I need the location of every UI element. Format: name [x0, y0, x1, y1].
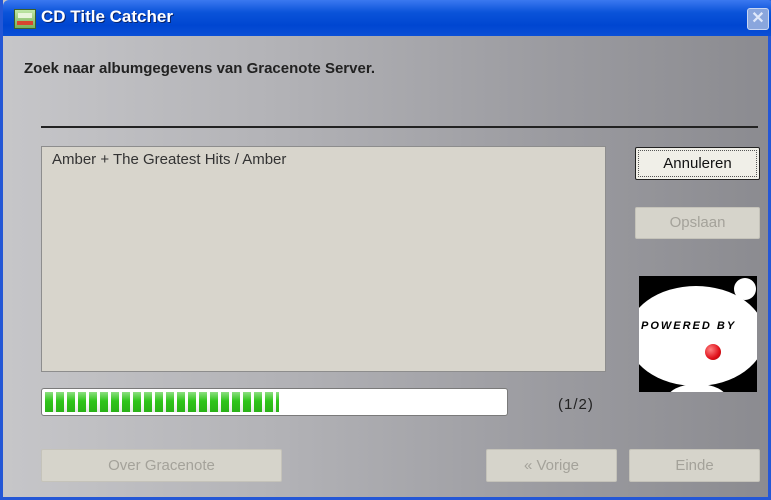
list-item[interactable]: Amber + The Greatest Hits / Amber — [52, 151, 286, 168]
save-button[interactable]: Opslaan — [635, 207, 760, 239]
cancel-button[interactable]: Annuleren — [635, 147, 760, 180]
powered-by-text: POWERED BY — [641, 320, 737, 332]
app-icon — [14, 9, 36, 29]
status-heading: Zoek naar albumgegevens van Gracenote Se… — [24, 60, 375, 77]
gracenote-logo: POWERED BY — [639, 276, 757, 392]
logo-red-dot — [705, 344, 721, 360]
separator — [41, 126, 758, 128]
progress-fill — [45, 392, 279, 412]
close-button[interactable]: ✕ — [747, 8, 769, 30]
window-title: CD Title Catcher — [41, 7, 173, 26]
close-icon: ✕ — [751, 10, 765, 27]
logo-small-circle — [734, 278, 756, 300]
title-bar[interactable]: CD Title Catcher ✕ — [3, 0, 771, 36]
dialog-window: CD Title Catcher ✕ Zoek naar albumgegeve… — [0, 0, 771, 500]
logo-bottom-circle — [667, 384, 727, 392]
about-gracenote-button[interactable]: Over Gracenote — [41, 449, 282, 482]
results-list[interactable]: Amber + The Greatest Hits / Amber — [41, 146, 606, 372]
result-counter: (1/2) — [558, 396, 594, 413]
logo-circle — [639, 286, 757, 386]
previous-button[interactable]: « Vorige — [486, 449, 617, 482]
finish-button[interactable]: Einde — [629, 449, 760, 482]
progress-bar — [41, 388, 508, 416]
